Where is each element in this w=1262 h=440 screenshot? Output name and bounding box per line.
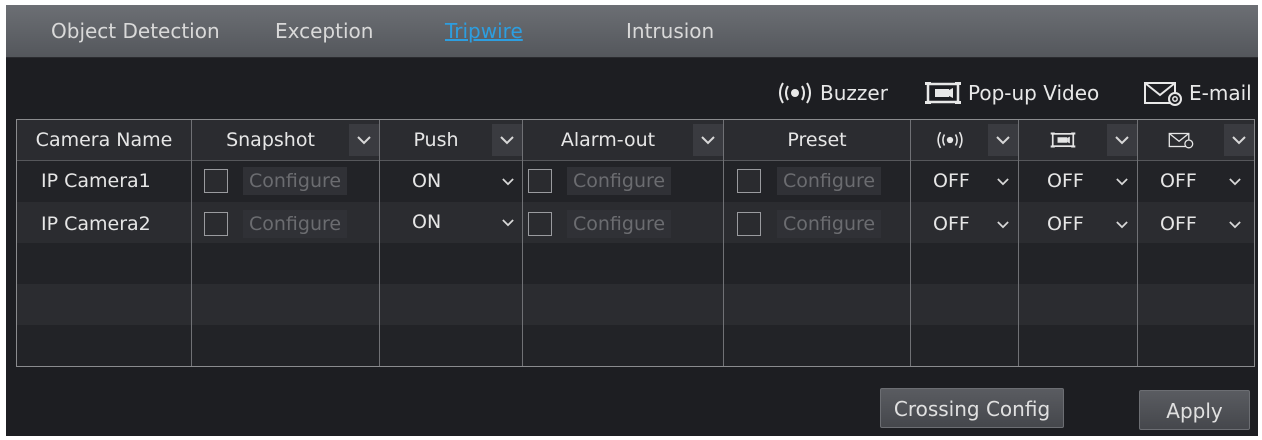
legend-email-label: E-mail: [1189, 81, 1252, 105]
legend-buzzer: Buzzer: [776, 79, 888, 107]
header-popup-video: [1019, 120, 1107, 160]
header-push: Push: [413, 129, 459, 151]
popup-video-select[interactable]: OFF: [1047, 161, 1084, 202]
popup-video-icon: [1050, 132, 1076, 148]
legend-email: E-mail: [1143, 79, 1252, 107]
buzzer-icon: [779, 82, 811, 104]
chevron-down-icon: [1232, 135, 1246, 144]
chevron-down-icon: [1115, 135, 1129, 144]
tab-exception[interactable]: Exception: [275, 16, 373, 46]
popup-video-icon: [925, 82, 961, 104]
email-header-dropdown[interactable]: [1224, 124, 1254, 156]
legend-popup-video: Pop-up Video: [924, 79, 1099, 107]
snapshot-configure-button[interactable]: Configure: [243, 210, 348, 238]
tab-tripwire[interactable]: Tripwire: [445, 16, 523, 46]
table-row-empty: [17, 284, 1254, 325]
chevron-down-icon: [1229, 178, 1241, 186]
legend-buzzer-label: Buzzer: [820, 81, 888, 105]
buzzer-header-dropdown[interactable]: [988, 124, 1018, 156]
push-select[interactable]: ON: [412, 161, 441, 202]
preset-checkbox[interactable]: [737, 169, 761, 193]
preset-configure-button[interactable]: Configure: [777, 167, 882, 195]
apply-button[interactable]: Apply: [1139, 390, 1250, 430]
chevron-down-icon: [997, 221, 1009, 229]
header-buzzer: [911, 120, 988, 160]
email-select[interactable]: OFF: [1160, 161, 1197, 202]
chevron-down-icon: [357, 135, 371, 144]
preset-checkbox[interactable]: [737, 212, 761, 236]
header-email: [1138, 120, 1224, 160]
alarm-out-checkbox[interactable]: [528, 169, 552, 193]
table-row-empty: [17, 325, 1254, 366]
alarm-out-checkbox[interactable]: [528, 212, 552, 236]
chevron-down-icon: [996, 135, 1010, 144]
camera-alarm-table: Camera Name Snapshot Push Alarm-out Pres…: [16, 119, 1255, 367]
chevron-down-icon: [1116, 178, 1128, 186]
buzzer-select[interactable]: OFF: [933, 161, 970, 202]
snapshot-checkbox[interactable]: [204, 212, 228, 236]
tab-object-detection[interactable]: Object Detection: [51, 16, 220, 46]
chevron-down-icon: [502, 219, 514, 227]
chevron-down-icon: [1229, 221, 1241, 229]
chevron-down-icon: [701, 135, 715, 144]
tripwire-settings-panel: Object Detection Exception Tripwire Intr…: [6, 5, 1258, 436]
chevron-down-icon: [997, 178, 1009, 186]
buzzer-select[interactable]: OFF: [933, 204, 970, 245]
email-icon: [1144, 82, 1182, 106]
popup-video-header-dropdown[interactable]: [1107, 124, 1137, 156]
alarm-out-header-dropdown[interactable]: [693, 124, 723, 156]
snapshot-checkbox[interactable]: [204, 169, 228, 193]
chevron-down-icon: [1116, 221, 1128, 229]
chevron-down-icon: [502, 178, 514, 186]
camera-name: IP Camera1: [41, 170, 151, 192]
chevron-down-icon: [500, 135, 514, 144]
preset-configure-button[interactable]: Configure: [777, 210, 882, 238]
tab-bar: Object Detection Exception Tripwire Intr…: [6, 5, 1258, 58]
camera-name: IP Camera2: [41, 213, 151, 235]
header-camera-name: Camera Name: [35, 129, 173, 151]
email-select[interactable]: OFF: [1160, 204, 1197, 245]
buzzer-icon: [936, 131, 963, 149]
table-row-empty: [17, 243, 1254, 284]
crossing-config-button[interactable]: Crossing Config: [880, 388, 1064, 428]
header-snapshot: Snapshot: [226, 129, 315, 151]
email-icon: [1168, 132, 1194, 149]
legend-popup-video-label: Pop-up Video: [968, 81, 1100, 105]
push-header-dropdown[interactable]: [492, 124, 522, 156]
alarm-out-configure-button[interactable]: Configure: [567, 210, 672, 238]
popup-video-select[interactable]: OFF: [1047, 204, 1084, 245]
header-preset: Preset: [787, 129, 847, 151]
tab-intrusion[interactable]: Intrusion: [626, 16, 714, 46]
push-select[interactable]: ON: [412, 202, 441, 243]
alarm-out-configure-button[interactable]: Configure: [567, 167, 672, 195]
snapshot-configure-button[interactable]: Configure: [243, 167, 348, 195]
snapshot-header-dropdown[interactable]: [349, 124, 379, 156]
header-alarm-out: Alarm-out: [560, 129, 656, 151]
